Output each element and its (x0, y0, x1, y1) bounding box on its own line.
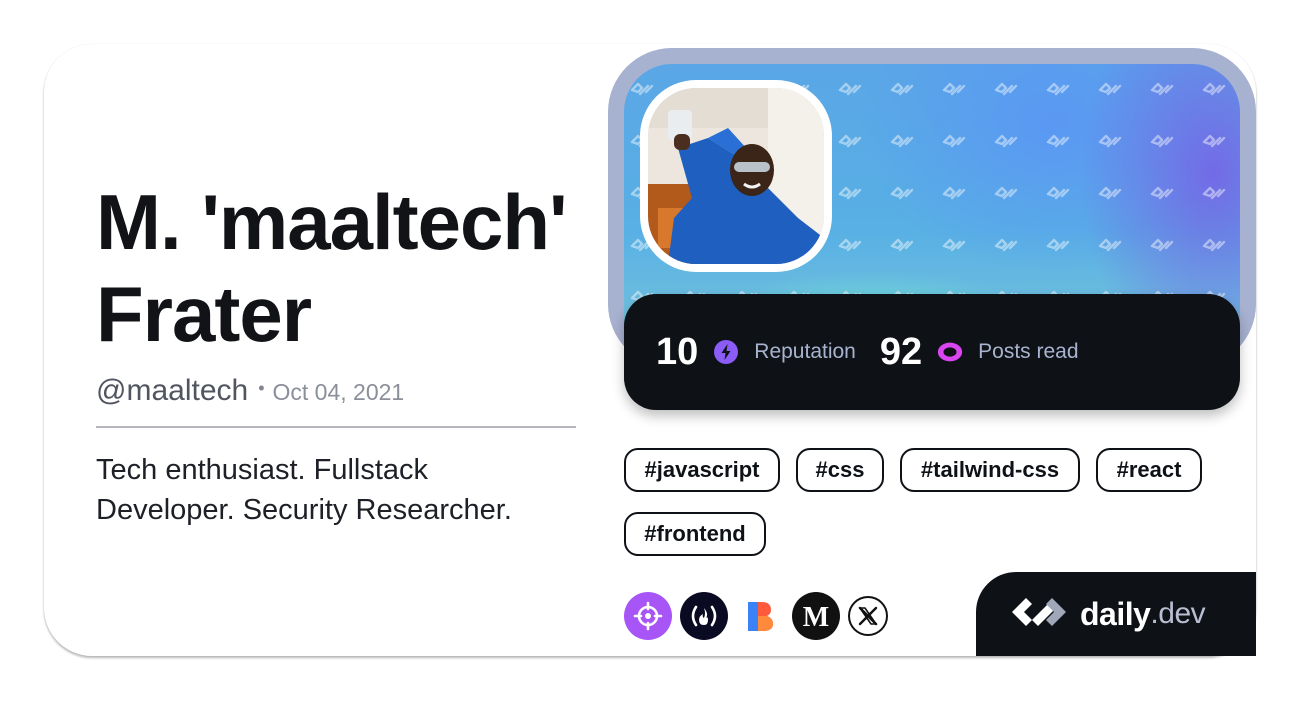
eye-ring-icon (936, 338, 964, 366)
divider (96, 426, 576, 428)
brand-suffix: .dev (1150, 597, 1206, 630)
profile-bio: Tech enthusiast. Fullstack Developer. Se… (96, 454, 512, 526)
profile-name: M. 'maaltech' Frater (96, 176, 576, 360)
x-icon[interactable] (848, 596, 888, 636)
crosshair-icon[interactable] (624, 592, 672, 640)
tag-frontend[interactable]: #frontend (624, 512, 766, 556)
freecodecamp-icon[interactable] (680, 592, 728, 640)
daily-dev-brand[interactable]: daily .dev (976, 572, 1256, 656)
reputation-value: 10 (656, 330, 699, 373)
bento-icon[interactable] (736, 592, 784, 640)
avatar-frame (640, 80, 832, 272)
tag-tailwind-css[interactable]: #tailwind-css (900, 448, 1080, 492)
joined-date: Oct 04, 2021 (272, 379, 405, 405)
reputation-label: Reputation (754, 340, 856, 363)
profile-handle[interactable]: @maaltech (96, 374, 248, 408)
tag-react[interactable]: #react (1096, 448, 1202, 492)
social-links: M (624, 592, 896, 640)
brand-name: daily (1080, 595, 1151, 632)
tag-css[interactable]: #css (796, 448, 884, 492)
avatar-photo (648, 88, 824, 264)
svg-text:M: M (803, 602, 829, 630)
stats-bar: 10 Reputation 92 Posts read (624, 294, 1240, 410)
daily-dev-logo-icon (1008, 594, 1070, 635)
profile-name-line2: Frater (96, 270, 312, 358)
profile-meta: @maaltech • Oct 04, 2021 (96, 374, 576, 408)
avatar[interactable] (648, 88, 824, 264)
profile-info: M. 'maaltech' Frater @maaltech • Oct 04,… (96, 176, 576, 530)
profile-name-line1: M. 'maaltech' (96, 178, 568, 266)
meta-separator: • (258, 378, 265, 398)
medium-icon[interactable]: M (792, 592, 840, 640)
posts-read-label: Posts read (978, 340, 1079, 363)
posts-read-value: 92 (879, 330, 923, 373)
lightning-icon (712, 338, 740, 366)
tag-javascript[interactable]: #javascript (624, 448, 780, 492)
